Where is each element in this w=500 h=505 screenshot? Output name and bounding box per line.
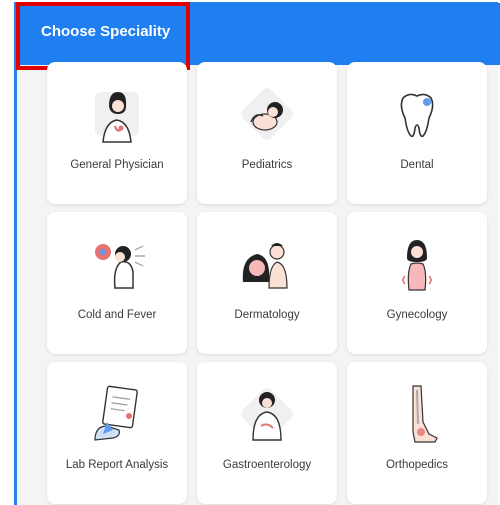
speciality-card-gynecology[interactable]: Gynecology <box>347 212 487 354</box>
speciality-label: Pediatrics <box>241 159 293 171</box>
baby-icon <box>235 82 299 146</box>
speciality-label: Orthopedics <box>385 459 448 471</box>
speciality-label: General Physician <box>70 159 164 171</box>
speciality-label: Gynecology <box>386 309 448 321</box>
speciality-card-lab-report-analysis[interactable]: Lab Report Analysis <box>47 362 187 504</box>
header-bar: Choose Speciality <box>17 3 500 65</box>
speciality-card-pediatrics[interactable]: Pediatrics <box>197 62 337 204</box>
doctor-icon <box>85 82 149 146</box>
tooth-icon <box>385 82 449 146</box>
female-body-icon <box>385 232 449 296</box>
speciality-card-dermatology[interactable]: Dermatology <box>197 212 337 354</box>
speciality-label: Dermatology <box>234 309 300 321</box>
speciality-card-cold-and-fever[interactable]: Cold and Fever <box>47 212 187 354</box>
speciality-card-gastroenterology[interactable]: Gastroenterology <box>197 362 337 504</box>
speciality-card-dental[interactable]: Dental <box>347 62 487 204</box>
skin-care-icon <box>235 232 299 296</box>
stomach-icon <box>235 382 299 446</box>
speciality-label: Gastroenterology <box>222 459 312 471</box>
speciality-label: Dental <box>400 159 434 171</box>
speciality-label: Lab Report Analysis <box>65 459 169 471</box>
sneeze-icon <box>85 232 149 296</box>
leg-bone-icon <box>385 382 449 446</box>
lab-report-icon <box>85 382 149 446</box>
speciality-label: Cold and Fever <box>77 309 157 321</box>
speciality-card-general-physician[interactable]: General Physician <box>47 62 187 204</box>
page-title: Choose Speciality <box>41 23 171 40</box>
speciality-card-orthopedics[interactable]: Orthopedics <box>347 362 487 504</box>
